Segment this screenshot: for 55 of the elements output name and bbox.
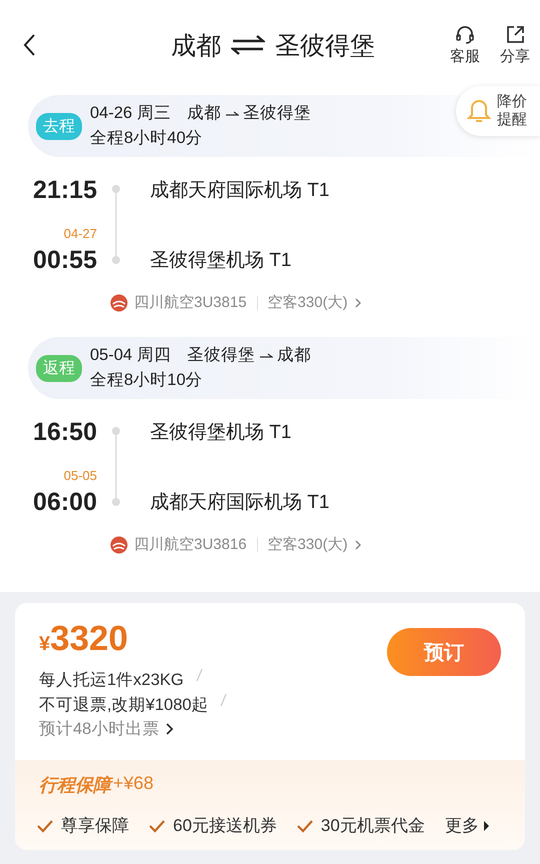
share-icon[interactable] xyxy=(504,24,526,45)
chevron-icon xyxy=(354,296,362,308)
origin-city: 成都 xyxy=(171,30,221,62)
chevron-icon xyxy=(354,538,362,550)
ticketing-link[interactable]: 预计48小时出票 xyxy=(39,718,174,740)
caret-icon xyxy=(482,820,490,832)
departure-time: 21:15 xyxy=(32,176,97,204)
ticket-price: ¥3320 xyxy=(39,619,128,659)
insurance-title: 行程保障 xyxy=(39,773,111,797)
arrival-date: 05-05 xyxy=(62,468,97,483)
bell-icon xyxy=(466,98,492,124)
route-destination: 圣彼得堡 xyxy=(242,103,311,124)
insurance-feature: 尊享保障 xyxy=(61,815,129,837)
insurance-feature: 60元接送机券 xyxy=(173,815,277,837)
fare-rule: 每人托运1件x23KG xyxy=(39,670,184,691)
check-icon xyxy=(37,818,53,832)
divider-icon xyxy=(220,693,228,707)
trip-badge: 返程 xyxy=(36,354,82,382)
back-icon[interactable] xyxy=(22,33,36,57)
departure-time: 16:50 xyxy=(32,418,97,446)
flight-detail: 空客330(大) xyxy=(268,293,348,312)
departure-airport: 圣彼得堡机场 T1 xyxy=(149,421,292,445)
trip-badge: 去程 xyxy=(36,112,82,140)
arrival-airport: 成都天府国际机场 T1 xyxy=(149,491,330,515)
route-origin: 成都 xyxy=(186,103,221,124)
share-button[interactable]: 分享 xyxy=(500,24,530,66)
fare-rule: 不可退票,改期¥1080起 xyxy=(39,695,208,716)
arrival-time: 06:00 xyxy=(32,488,97,516)
chevron-icon xyxy=(165,722,174,736)
trip-duration: 全程8小时10分 xyxy=(90,370,204,391)
swap-arrows-icon xyxy=(231,33,265,57)
flight-detail: 空客330(大) xyxy=(268,535,348,554)
service-button[interactable]: 客服 xyxy=(450,24,480,66)
destination-city: 圣彼得堡 xyxy=(275,30,375,62)
arrival-time: 00:55 xyxy=(32,246,97,274)
airline-logo-icon xyxy=(110,536,128,554)
insurance-price: +¥68 xyxy=(113,773,154,793)
divider-icon xyxy=(196,668,203,682)
flight-detail: 四川航空3U3815 xyxy=(134,293,247,312)
route-destination: 成都 xyxy=(276,345,311,366)
check-icon xyxy=(149,818,165,832)
trip-duration: 全程8小时40分 xyxy=(90,128,204,149)
headset-icon[interactable] xyxy=(454,24,476,45)
trip-date: 05-04 周四 xyxy=(90,345,171,366)
check-icon xyxy=(296,818,313,832)
insurance-feature: 30元机票代金 xyxy=(320,815,425,837)
arrival-airport: 圣彼得堡机场 T1 xyxy=(149,249,292,273)
price-alert-button[interactable]: 降价提醒 xyxy=(456,86,540,136)
trip-date: 04-26 周三 xyxy=(90,103,171,124)
more-button[interactable]: 更多 xyxy=(444,814,490,837)
airline-logo-icon xyxy=(110,294,128,312)
flight-detail: 四川航空3U3816 xyxy=(134,535,247,554)
arrival-date: 04-27 xyxy=(62,226,97,241)
route-origin: 圣彼得堡 xyxy=(186,345,255,366)
departure-airport: 成都天府国际机场 T1 xyxy=(149,179,330,203)
